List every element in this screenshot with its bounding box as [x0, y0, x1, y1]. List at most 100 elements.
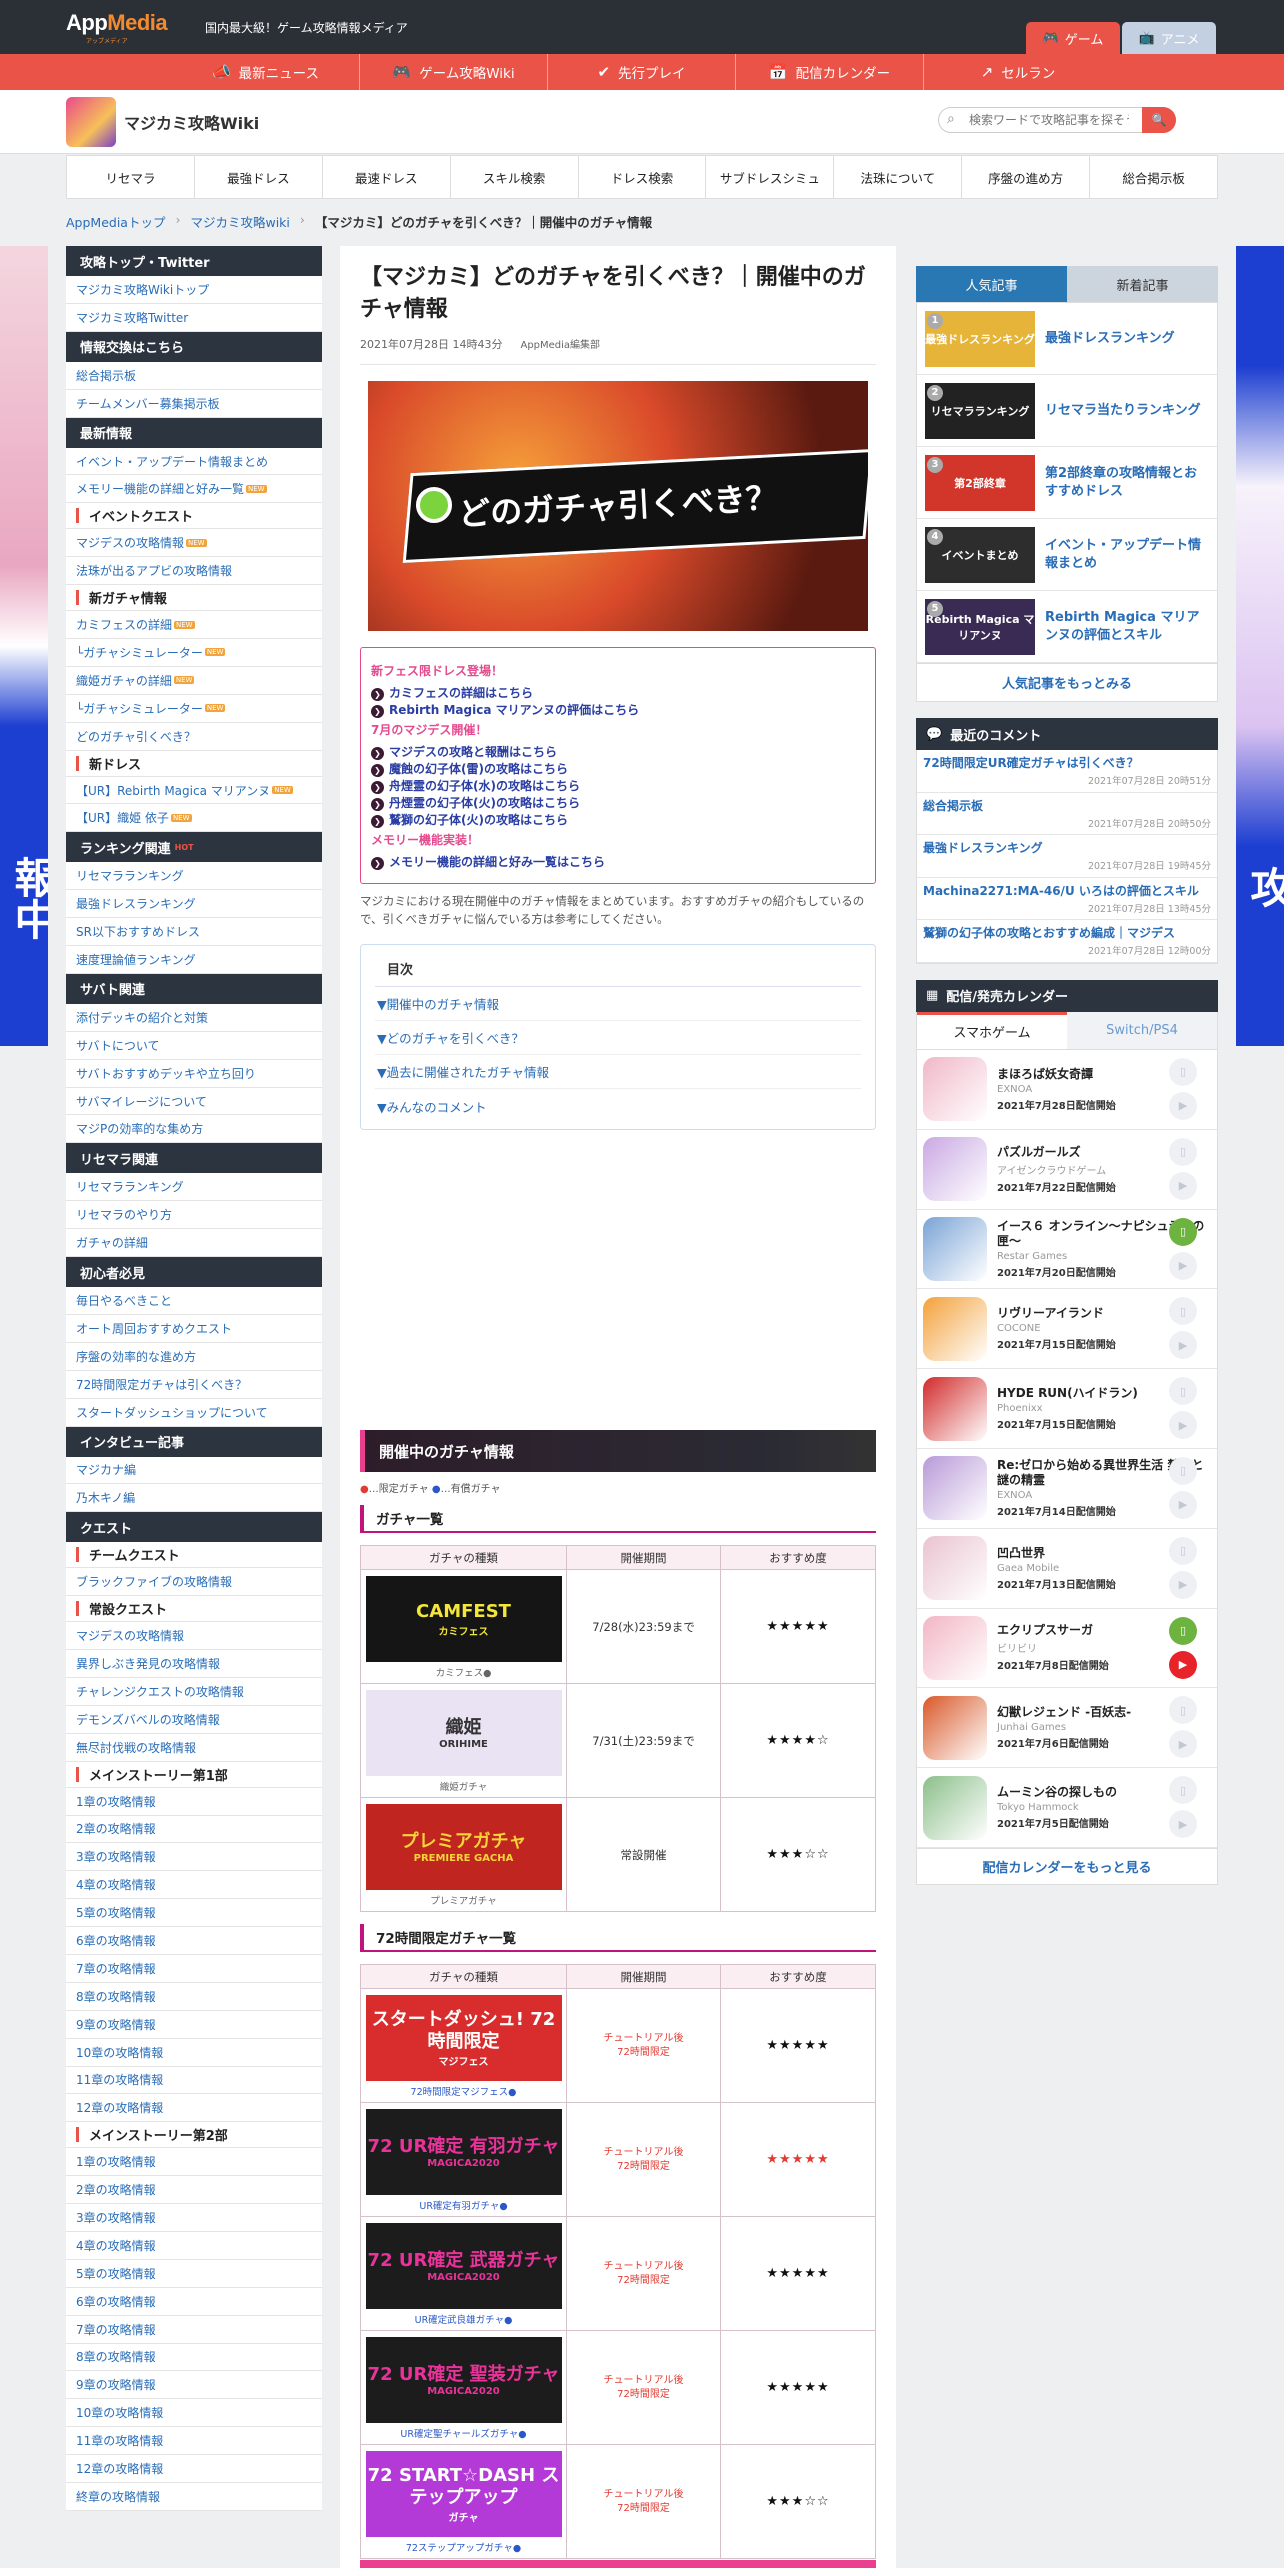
- nav-item[interactable]: ↗ セルラン: [924, 54, 1112, 90]
- gacha-banner[interactable]: スタートダッシュ! 72時間限定 マジフェス: [365, 1995, 562, 2081]
- sidebar-link[interactable]: サバマイレージについて: [66, 1087, 322, 1116]
- sidebar-link[interactable]: 72時間限定ガチャは引くべき？: [66, 1370, 322, 1399]
- comment-item[interactable]: 72時間限定UR確定ガチャは引くべき？ 2021年07月28日 20時51分: [917, 750, 1217, 793]
- popular-item[interactable]: 3 第2部終章 第2部終章の攻略情報とおすすめドレス: [917, 447, 1217, 519]
- video-icon[interactable]: ▶: [1169, 1331, 1197, 1360]
- comment-item[interactable]: 総合掲示板 2021年07月28日 20時50分: [917, 793, 1217, 836]
- sidebar-link[interactable]: 10章の攻略情報: [66, 2038, 322, 2067]
- gacha-caption[interactable]: UR確定聖チャールズガチャ●: [365, 2426, 562, 2440]
- tab-popular[interactable]: 人気記事: [916, 266, 1067, 302]
- nav-item[interactable]: ✔ 先行プレイ: [548, 54, 736, 90]
- subnav-item[interactable]: 序盤の進め方: [962, 156, 1091, 198]
- sidebar-link[interactable]: どのガチャ引くべき？: [66, 722, 322, 751]
- sidebar-link[interactable]: 7章の攻略情報: [66, 2315, 322, 2344]
- calendar-item[interactable]: 幻獣レジェンド -百妖志- Junhai Games 2021年7月6日配信開始 ▯ ▶: [917, 1688, 1217, 1769]
- sidebar-link[interactable]: 総合掲示板: [66, 361, 322, 390]
- calendar-more-link[interactable]: 配信カレンダーをもっと見る: [916, 1848, 1218, 1885]
- news-link[interactable]: Rebirth Magica マリアンヌの評価はこちら: [371, 702, 865, 719]
- gacha-banner[interactable]: CAMFEST カミフェス: [365, 1576, 562, 1662]
- sidebar-link[interactable]: 乃木キノ編: [66, 1484, 322, 1513]
- sidebar-link[interactable]: 9章の攻略情報: [66, 2371, 322, 2400]
- calendar-item[interactable]: エクリプスサーガ ビリビリ 2021年7月8日配信開始 ▯ ▶: [917, 1609, 1217, 1689]
- video-icon[interactable]: ▶: [1169, 1570, 1197, 1599]
- app-store-icon[interactable]: ▯: [1169, 1377, 1197, 1406]
- sidebar-link[interactable]: 3章の攻略情報: [66, 1843, 322, 1872]
- video-icon[interactable]: ▶: [1169, 1171, 1197, 1200]
- sidebar-link[interactable]: マジデスの攻略情報: [66, 1622, 322, 1651]
- popular-item[interactable]: 5 Rebirth Magica マリアンヌ Rebirth Magica マリアン…: [917, 591, 1217, 663]
- subnav-item[interactable]: 最強ドレス: [195, 156, 323, 198]
- sidebar-link[interactable]: マジデスの攻略情報 NEW: [66, 529, 322, 558]
- subnav-item[interactable]: サブドレスシミュ: [706, 156, 835, 198]
- sidebar-link[interactable]: スタートダッシュショップについて: [66, 1398, 322, 1427]
- sidebar-link[interactable]: 12章の攻略情報: [66, 2455, 322, 2483]
- comment-item[interactable]: Machina2271:MA-46/U いろはの評価とスキル 2021年07月28…: [917, 878, 1217, 921]
- subnav-item[interactable]: ドレス検索: [579, 156, 707, 198]
- sidebar-link[interactable]: 6章の攻略情報: [66, 1927, 322, 1955]
- sidebar-link[interactable]: 法珠が出るアプビの攻略情報: [66, 557, 322, 586]
- app-store-icon[interactable]: ▯: [1169, 1057, 1197, 1086]
- sidebar-link[interactable]: チームメンバー募集掲示板: [66, 389, 322, 418]
- subnav-item[interactable]: 総合掲示板: [1090, 156, 1217, 198]
- gacha-caption[interactable]: UR確定武良雄ガチャ●: [365, 2312, 562, 2326]
- sidebar-link[interactable]: ガチャの詳細: [66, 1229, 322, 1258]
- gacha-caption[interactable]: UR確定有羽ガチャ●: [365, 2198, 562, 2212]
- subnav-item[interactable]: 法珠について: [834, 156, 963, 198]
- calendar-item[interactable]: ムーミン谷の探しもの Tokyo Hammock 2021年7月5日配信開始 ▯ ▶: [917, 1768, 1217, 1848]
- gacha-banner[interactable]: 72 UR確定 聖装ガチャ MAGICA2020: [365, 2337, 562, 2423]
- sidebar-link[interactable]: イベント・アップデート情報まとめ: [66, 447, 322, 476]
- sidebar-link[interactable]: 6章の攻略情報: [66, 2287, 322, 2316]
- app-store-icon[interactable]: ▯: [1169, 1217, 1197, 1246]
- app-store-icon[interactable]: ▯: [1169, 1137, 1197, 1166]
- popular-item[interactable]: 2 リセマラランキング リセマラ当たりランキング: [917, 375, 1217, 447]
- sidebar-link[interactable]: 【UR】Rebirth Magica マリアンヌ NEW: [66, 776, 322, 805]
- sidebar-link[interactable]: マジカナ編: [66, 1456, 322, 1485]
- comment-item[interactable]: 鷲獅の幻子体の攻略とおすすめ編成｜マジデス 2021年07月28日 12時00分: [917, 920, 1217, 963]
- sidebar-link[interactable]: 無尽討伐戦の攻略情報: [66, 1733, 322, 1762]
- sidebar-link[interactable]: └ガチャシミュレーター NEW: [66, 694, 322, 723]
- calendar-item[interactable]: 凹凸世界 Gaea Mobile 2021年7月13日配信開始 ▯ ▶: [917, 1529, 1217, 1609]
- calendar-item[interactable]: まほろば妖女奇譚 EXNOA 2021年7月28日配信開始 ▯ ▶: [917, 1050, 1217, 1130]
- subnav-item[interactable]: 最速ドレス: [323, 156, 451, 198]
- toc-item[interactable]: ▼開催中のガチャ情報: [375, 987, 861, 1021]
- sidebar-link[interactable]: 11章の攻略情報: [66, 2066, 322, 2095]
- calendar-item[interactable]: パズルガールズ アイゼンクラウドゲーム 2021年7月22日配信開始 ▯ ▶: [917, 1130, 1217, 1210]
- gacha-caption[interactable]: 72時間限定マジフェス●: [365, 2084, 562, 2098]
- calendar-item[interactable]: Re:ゼロから始める異世界生活 禁書と謎の精霊 EXNOA 2021年7月14日配信…: [917, 1449, 1217, 1529]
- news-link[interactable]: カミフェスの詳細はこちら: [371, 685, 865, 702]
- app-store-icon[interactable]: ▯: [1169, 1696, 1197, 1725]
- sidebar-link[interactable]: リセマラのやり方: [66, 1201, 322, 1230]
- nav-item[interactable]: 📅 配信カレンダー: [736, 54, 924, 90]
- sidebar-link[interactable]: マジPの効率的な集め方: [66, 1115, 322, 1144]
- sidebar-link[interactable]: 8章の攻略情報: [66, 2343, 322, 2372]
- sidebar-link[interactable]: └ガチャシミュレーター NEW: [66, 639, 322, 667]
- app-store-icon[interactable]: ▯: [1169, 1297, 1197, 1326]
- sidebar-link[interactable]: SR以下おすすめドレス: [66, 918, 322, 947]
- toc-item[interactable]: ▼みんなのコメント: [375, 1089, 861, 1123]
- gacha-banner[interactable]: 72 UR確定 有羽ガチャ MAGICA2020: [365, 2109, 562, 2195]
- sidebar-link[interactable]: 最強ドレスランキング: [66, 890, 322, 919]
- gacha-banner[interactable]: 72 START☆DASH ステップアップ ガチャ: [365, 2451, 562, 2537]
- video-icon[interactable]: ▶: [1169, 1091, 1197, 1120]
- gacha-banner[interactable]: 72 UR確定 武器ガチャ MAGICA2020: [365, 2223, 562, 2309]
- sidebar-link[interactable]: 1章の攻略情報: [66, 2148, 322, 2177]
- news-link[interactable]: マジデスの攻略と報酬はこちら: [371, 744, 865, 761]
- breadcrumb-wiki[interactable]: マジカミ攻略wiki: [190, 212, 289, 231]
- sidebar-link[interactable]: オート周回おすすめクエスト: [66, 1314, 322, 1343]
- video-icon[interactable]: ▶: [1169, 1411, 1197, 1440]
- gacha-caption[interactable]: プレミアガチャ: [365, 1893, 562, 1907]
- gacha-caption[interactable]: カミフェス●: [365, 1665, 562, 1679]
- sidebar-link[interactable]: 【UR】織姫 依子 NEW: [66, 804, 322, 833]
- video-icon[interactable]: ▶: [1169, 1490, 1197, 1519]
- video-icon[interactable]: ▶: [1169, 1251, 1197, 1280]
- sidebar-link[interactable]: マジカミ攻略Wikiトップ: [66, 276, 322, 304]
- calendar-item[interactable]: リヴリーアイランド COCONE 2021年7月15日配信開始 ▯ ▶: [917, 1289, 1217, 1370]
- right-side-ad[interactable]: 攻: [1236, 246, 1284, 1046]
- sidebar-link[interactable]: 1章の攻略情報: [66, 1787, 322, 1816]
- sidebar-link[interactable]: 9章の攻略情報: [66, 2010, 322, 2039]
- tab-smartphone[interactable]: スマホゲーム: [917, 1011, 1067, 1049]
- sidebar-link[interactable]: リセマラランキング: [66, 1173, 322, 1202]
- sidebar-link[interactable]: 異界しぶき発見の攻略情報: [66, 1650, 322, 1678]
- sidebar-link[interactable]: 12章の攻略情報: [66, 2094, 322, 2123]
- site-icon[interactable]: [66, 97, 116, 147]
